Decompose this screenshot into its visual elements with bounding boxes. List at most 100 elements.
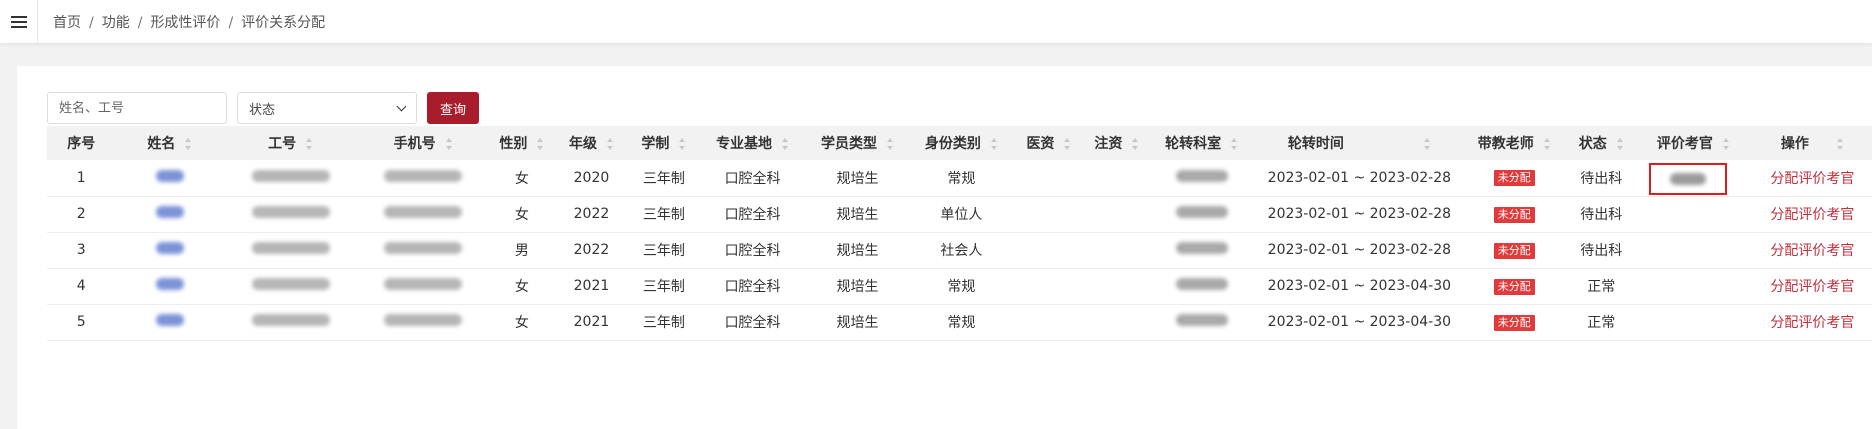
sort-icon[interactable] (445, 138, 453, 150)
identity-category: 常规 (909, 268, 1014, 305)
column-header[interactable]: 工号 (224, 126, 356, 160)
unassigned-badge: 未分配 (1493, 242, 1535, 259)
status-select[interactable]: 状态 (237, 92, 417, 124)
column-header[interactable]: 性别 (489, 126, 554, 160)
query-button[interactable]: 查询 (427, 92, 480, 124)
medical-qualification (1013, 160, 1085, 197)
breadcrumb-home[interactable]: 首页 (53, 15, 81, 31)
row-index: 4 (47, 268, 116, 305)
registration (1084, 196, 1150, 233)
column-header[interactable]: 学员类型 (806, 126, 909, 160)
sort-icon[interactable] (306, 138, 313, 150)
student-name[interactable] (115, 160, 225, 197)
employee-id (224, 196, 357, 233)
content-card: 状态 查询 序号 姓名 工号 手机号 性别 年级 学制 专业基地 学员类型 身份… (17, 66, 1872, 429)
registration (1084, 268, 1150, 305)
column-header[interactable]: 评价考官 (1639, 126, 1748, 160)
medical-qualification (1013, 196, 1085, 233)
sort-icon[interactable] (1231, 138, 1238, 150)
status: 正常 (1563, 304, 1639, 341)
assign-examiner-link[interactable]: 分配评价考官 (1770, 279, 1854, 295)
sort-icon[interactable] (1064, 138, 1071, 150)
student-name[interactable] (115, 232, 225, 269)
sort-icon[interactable] (1722, 138, 1730, 150)
phone-number (356, 160, 490, 197)
student-name[interactable] (115, 196, 225, 233)
redacted-department (1175, 206, 1228, 218)
assign-examiner-link[interactable]: 分配评价考官 (1770, 171, 1854, 187)
sort-icon[interactable] (1543, 138, 1551, 150)
grade: 2021 (554, 304, 629, 341)
breadcrumb-separator: / (137, 15, 143, 31)
column-header[interactable]: 学制 (629, 126, 700, 160)
operation: 分配评价考官 (1747, 268, 1872, 305)
student-name[interactable] (115, 304, 225, 341)
trainee-type: 规培生 (805, 196, 910, 233)
rotation-time: 2023-02-01 ~ 2023-02-28 (1253, 160, 1465, 197)
table-row[interactable]: 4 女 2021 三年制 口腔全科 规培生 常规 2023-02-01 ~ 2023-04-3… (47, 268, 1872, 305)
table-row[interactable]: 1 女 2020 三年制 口腔全科 规培生 常规 2023-02-01 ~ 2023-02-2… (47, 160, 1872, 197)
sort-icon[interactable] (1836, 138, 1844, 150)
table-row[interactable]: 2 女 2022 三年制 口腔全科 规培生 单位人 2023-02-01 ~ 2023-02-… (47, 196, 1872, 233)
column-header[interactable]: 操作 (1748, 126, 1872, 160)
gender: 女 (489, 268, 555, 305)
assign-examiner-link[interactable]: 分配评价考官 (1770, 207, 1854, 223)
table-row[interactable]: 5 女 2021 三年制 口腔全科 规培生 常规 2023-02-01 ~ 2023-04-3… (47, 304, 1872, 341)
row-index: 3 (47, 232, 116, 269)
column-header[interactable]: 年级 (554, 126, 628, 160)
redacted-id (251, 206, 330, 218)
column-header[interactable]: 序号 (47, 126, 115, 160)
sort-icon[interactable] (782, 138, 789, 150)
column-header[interactable]: 带教老师 (1465, 126, 1564, 160)
identity-category: 社会人 (909, 232, 1014, 269)
name-id-search-input[interactable] (47, 92, 227, 124)
sort-icon[interactable] (185, 138, 192, 150)
column-header[interactable]: 姓名 (115, 126, 224, 160)
breadcrumb-formative-evaluation[interactable]: 形成性评价 (150, 15, 220, 31)
registration (1084, 232, 1150, 269)
sort-icon[interactable] (990, 138, 998, 150)
column-header[interactable]: 医资 (1014, 126, 1085, 160)
employee-id (224, 304, 357, 341)
sort-icon[interactable] (1616, 138, 1624, 150)
sort-icon[interactable] (606, 138, 614, 150)
grade: 2022 (554, 196, 629, 233)
redacted-phone (384, 206, 463, 218)
sort-icon[interactable] (679, 138, 686, 150)
column-header[interactable]: 专业基地 (699, 126, 806, 160)
phone-number (356, 196, 490, 233)
rotation-department (1149, 304, 1254, 341)
table-row[interactable]: 3 男 2022 三年制 口腔全科 规培生 社会人 2023-02-01 ~ 2023-02-… (47, 232, 1872, 269)
sort-icon[interactable] (537, 138, 544, 150)
sort-icon[interactable] (1132, 138, 1139, 150)
column-header[interactable]: 状态 (1564, 126, 1639, 160)
evaluation-examiner (1638, 160, 1748, 197)
unassigned-badge: 未分配 (1493, 170, 1535, 187)
phone-number (356, 268, 490, 305)
column-header[interactable]: 轮转时间 (1254, 126, 1465, 160)
sort-icon[interactable] (1423, 138, 1431, 150)
identity-category: 单位人 (909, 196, 1014, 233)
column-header[interactable]: 身份类别 (909, 126, 1013, 160)
unassigned-badge: 未分配 (1493, 206, 1535, 223)
assign-examiner-link[interactable]: 分配评价考官 (1770, 315, 1854, 331)
column-header[interactable]: 手机号 (357, 126, 489, 160)
breadcrumb-function[interactable]: 功能 (102, 15, 130, 31)
student-name[interactable] (115, 268, 225, 305)
assign-examiner-link[interactable]: 分配评价考官 (1770, 243, 1854, 259)
row-index: 5 (47, 304, 116, 341)
menu-icon[interactable] (0, 0, 38, 44)
redacted-name (155, 242, 184, 254)
sort-icon[interactable] (887, 138, 894, 150)
rotation-department (1149, 160, 1254, 197)
rotation-time: 2023-02-01 ~ 2023-04-30 (1253, 268, 1465, 305)
search-bar: 状态 查询 (47, 92, 480, 124)
supervising-teacher: 未分配 (1464, 160, 1564, 197)
column-header[interactable]: 注资 (1084, 126, 1149, 160)
rotation-time: 2023-02-01 ~ 2023-02-28 (1253, 196, 1465, 233)
redacted-phone (384, 242, 463, 254)
redacted-department (1175, 278, 1228, 290)
evaluation-table: 序号 姓名 工号 手机号 性别 年级 学制 专业基地 学员类型 身份类别 医资 … (47, 126, 1872, 341)
grade: 2022 (554, 232, 629, 269)
column-header[interactable]: 轮转科室 (1149, 126, 1253, 160)
